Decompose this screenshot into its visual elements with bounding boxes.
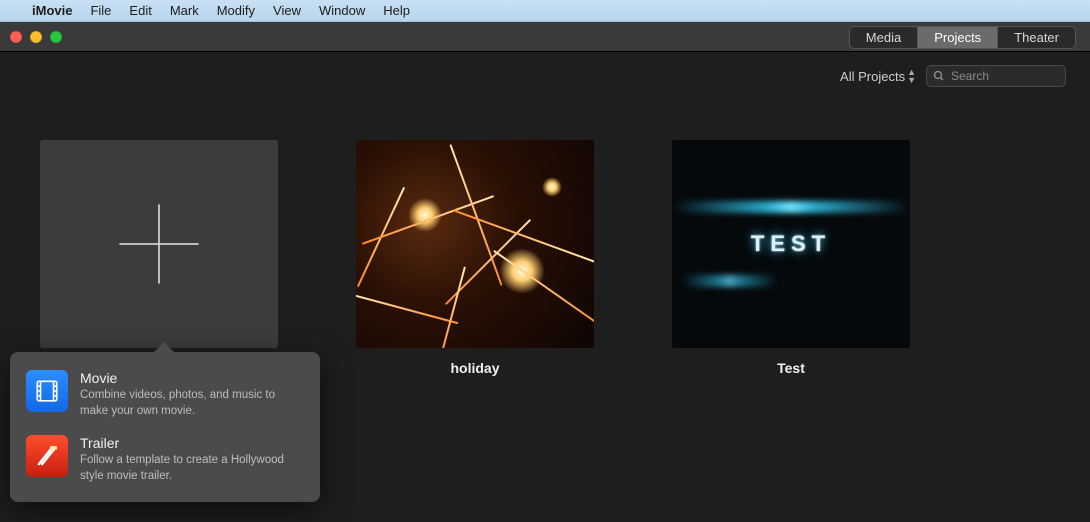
menubar-item-help[interactable]: Help <box>383 3 410 18</box>
project-thumbnail[interactable]: TEST <box>672 140 910 348</box>
menubar-app-name[interactable]: iMovie <box>32 3 72 18</box>
window-close-button[interactable] <box>10 31 22 43</box>
menubar-item-mark[interactable]: Mark <box>170 3 199 18</box>
tab-theater[interactable]: Theater <box>998 27 1075 48</box>
popover-movie-desc: Combine videos, photos, and music to mak… <box>80 388 304 419</box>
plus-icon <box>115 200 203 288</box>
project-thumbnail[interactable] <box>356 140 594 348</box>
create-new-project-button[interactable] <box>40 140 278 348</box>
create-project-popover: Movie Combine videos, photos, and music … <box>10 352 320 502</box>
projects-search-field[interactable] <box>926 65 1066 87</box>
menubar-item-view[interactable]: View <box>273 3 301 18</box>
popover-option-movie[interactable]: Movie Combine videos, photos, and music … <box>10 362 320 427</box>
updown-arrows-icon: ▲▼ <box>907 68 916 84</box>
project-title: holiday <box>450 360 499 376</box>
library-tabs: Media Projects Theater <box>849 26 1076 49</box>
menubar-item-window[interactable]: Window <box>319 3 365 18</box>
popover-option-trailer[interactable]: Trailer Follow a template to create a Ho… <box>10 427 320 492</box>
trailer-icon <box>26 435 68 477</box>
tab-media[interactable]: Media <box>850 27 918 48</box>
projects-filter-label: All Projects <box>840 69 905 84</box>
tab-projects[interactable]: Projects <box>918 27 998 48</box>
window-titlebar: Media Projects Theater <box>0 22 1090 52</box>
window-fullscreen-button[interactable] <box>50 31 62 43</box>
project-title: Test <box>777 360 805 376</box>
projects-search-input[interactable] <box>951 69 1059 83</box>
projects-toolbar: All Projects ▲▼ <box>0 52 1090 100</box>
thumbnail-overlay-text: TEST <box>751 231 831 257</box>
project-card-holiday[interactable]: holiday <box>356 140 594 376</box>
imovie-window: Media Projects Theater All Projects ▲▼ <box>0 22 1090 522</box>
window-traffic-lights <box>10 31 62 43</box>
menubar-item-modify[interactable]: Modify <box>217 3 255 18</box>
project-card-test[interactable]: TEST Test <box>672 140 910 376</box>
window-minimize-button[interactable] <box>30 31 42 43</box>
popover-trailer-desc: Follow a template to create a Hollywood … <box>80 453 304 484</box>
menubar-item-file[interactable]: File <box>90 3 111 18</box>
projects-filter-dropdown[interactable]: All Projects ▲▼ <box>840 68 916 84</box>
movie-icon <box>26 370 68 412</box>
popover-trailer-title: Trailer <box>80 435 304 451</box>
mac-menubar[interactable]: iMovie File Edit Mark Modify View Window… <box>0 0 1090 22</box>
popover-movie-title: Movie <box>80 370 304 386</box>
project-card-new <box>40 140 278 360</box>
menubar-item-edit[interactable]: Edit <box>129 3 151 18</box>
search-icon <box>933 70 945 82</box>
